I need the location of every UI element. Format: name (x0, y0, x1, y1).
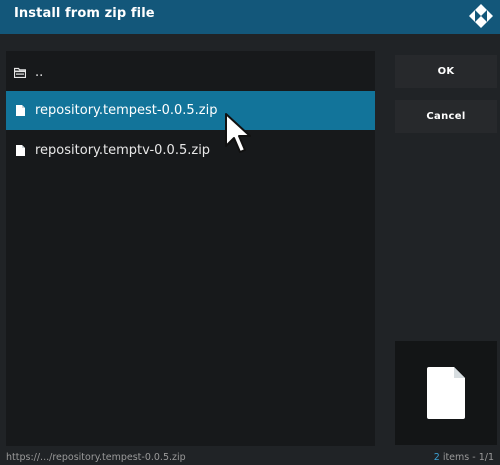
file-list[interactable]: .. repository.tempest-0.0.5.zip reposito… (6, 51, 375, 446)
status-path: https://.../repository.tempest-0.0.5.zip (6, 452, 186, 463)
ok-button[interactable]: OK (395, 55, 497, 88)
large-file-icon (427, 367, 465, 419)
file-preview (395, 341, 497, 445)
list-item-label: repository.temptv-0.0.5.zip (35, 143, 211, 158)
dialog-titlebar: Install from zip file (0, 0, 500, 34)
item-count-suffix: items - 1/1 (439, 452, 494, 463)
list-item-parent-folder[interactable]: .. (6, 53, 375, 92)
list-item-label: repository.tempest-0.0.5.zip (35, 103, 218, 118)
file-icon (14, 104, 26, 118)
folder-up-icon (14, 66, 26, 80)
cancel-button[interactable]: Cancel (395, 100, 497, 133)
list-item-label: .. (35, 65, 44, 80)
dialog-title: Install from zip file (14, 6, 155, 21)
status-item-count: 2 items - 1/1 (434, 452, 494, 463)
list-item-repository-temptv[interactable]: repository.temptv-0.0.5.zip (6, 131, 375, 170)
list-item-repository-tempest[interactable]: repository.tempest-0.0.5.zip (6, 91, 375, 130)
file-icon (14, 144, 26, 158)
kodi-logo-icon (469, 4, 493, 28)
